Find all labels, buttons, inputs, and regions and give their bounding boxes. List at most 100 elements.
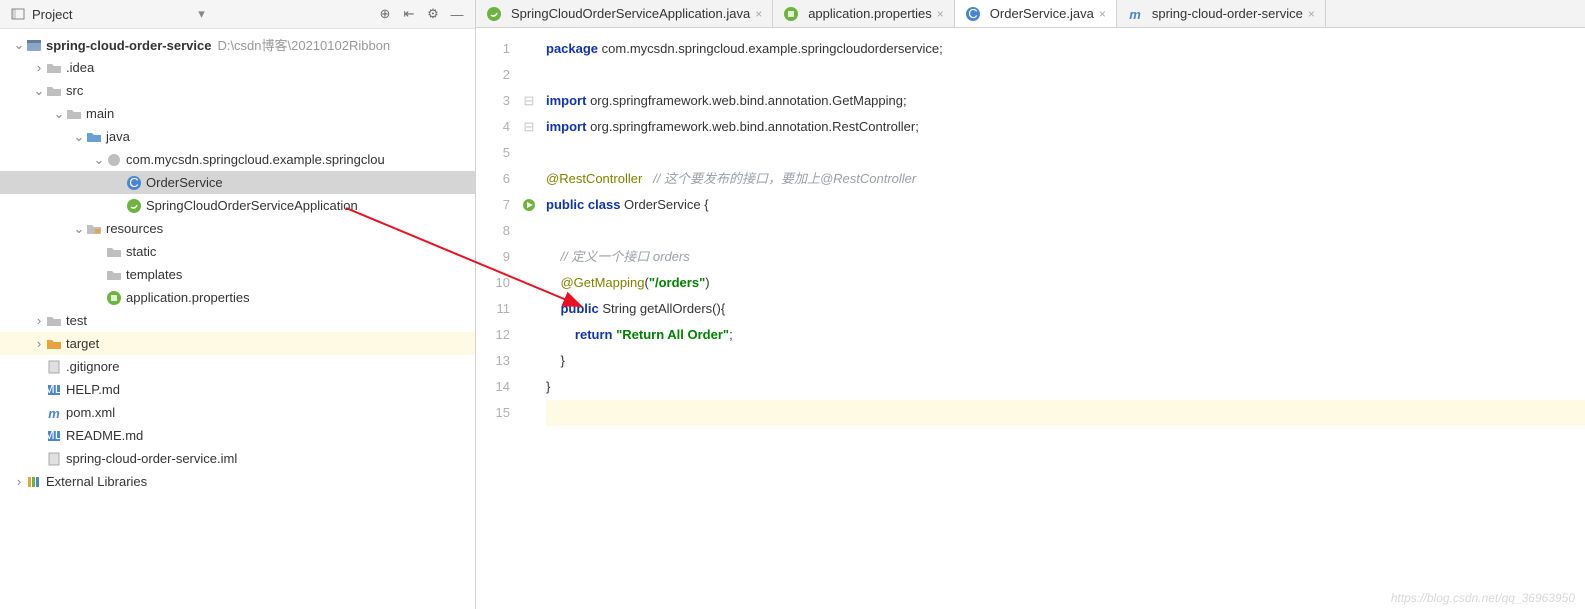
tree-twisty[interactable]: ⌄ <box>12 37 26 53</box>
tree-label: spring-cloud-order-service.iml <box>66 451 237 466</box>
tab-label: OrderService.java <box>990 6 1094 21</box>
svg-text:MD: MD <box>46 382 62 396</box>
code-line[interactable]: } <box>546 374 1585 400</box>
tree-item-readme-md[interactable]: ·MDREADME.md <box>0 424 475 447</box>
code-line[interactable]: import org.springframework.web.bind.anno… <box>546 88 1585 114</box>
tree-twisty[interactable]: ⌄ <box>52 106 66 122</box>
tree-item-pom-xml[interactable]: ·mpom.xml <box>0 401 475 424</box>
tree-item-external-libraries[interactable]: ›External Libraries <box>0 470 475 493</box>
settings-icon[interactable]: ⚙ <box>423 4 443 24</box>
svg-text:m: m <box>1129 7 1141 22</box>
tree-twisty[interactable]: ⌄ <box>72 221 86 237</box>
tree-twisty[interactable]: › <box>32 60 46 75</box>
md-icon: MD <box>46 382 62 398</box>
tab-spring-cloud-order-service[interactable]: m spring-cloud-order-service × <box>1117 0 1326 27</box>
gutter-mark <box>518 374 540 400</box>
code-lines[interactable]: package com.mycsdn.springcloud.example.s… <box>540 28 1585 609</box>
line-number: 12 <box>476 322 510 348</box>
line-number: 6 <box>476 166 510 192</box>
tree-item--gitignore[interactable]: ·.gitignore <box>0 355 475 378</box>
tree-item-spring-cloud-order-service[interactable]: ⌄spring-cloud-order-serviceD:\csdn博客\202… <box>0 33 475 56</box>
code-line[interactable]: import org.springframework.web.bind.anno… <box>546 114 1585 140</box>
tree-item-com-mycsdn-springcloud-example-springclou[interactable]: ⌄com.mycsdn.springcloud.example.springcl… <box>0 148 475 171</box>
locate-icon[interactable]: ⊕ <box>375 4 395 24</box>
tree-item-test[interactable]: ›test <box>0 309 475 332</box>
gutter-mark <box>518 166 540 192</box>
package-icon <box>106 152 122 168</box>
code-line[interactable] <box>546 140 1585 166</box>
line-number: 14 <box>476 374 510 400</box>
tree-item-static[interactable]: ·static <box>0 240 475 263</box>
folder-gray-icon <box>46 60 62 76</box>
tree-twisty[interactable]: › <box>32 313 46 328</box>
code-area[interactable]: 123456789101112131415 ⊟⊟ package com.myc… <box>476 28 1585 609</box>
tree-item-templates[interactable]: ·templates <box>0 263 475 286</box>
gutter-mark <box>518 322 540 348</box>
props-icon <box>106 290 122 306</box>
tree-item-help-md[interactable]: ·MDHELP.md <box>0 378 475 401</box>
tree-item--idea[interactable]: › .idea <box>0 56 475 79</box>
code-line[interactable]: } <box>546 348 1585 374</box>
code-line[interactable]: package com.mycsdn.springcloud.example.s… <box>546 36 1585 62</box>
code-line[interactable]: @RestController // 这个要发布的接口，要加上@RestCont… <box>546 166 1585 192</box>
tree-item-main[interactable]: ⌄main <box>0 102 475 125</box>
hide-icon[interactable]: — <box>447 4 467 24</box>
editor-tabs: SpringCloudOrderServiceApplication.java×… <box>476 0 1585 28</box>
code-line[interactable]: @GetMapping("/orders") <box>546 270 1585 296</box>
tab-application-properties[interactable]: application.properties × <box>773 0 955 27</box>
code-line[interactable] <box>546 62 1585 88</box>
line-number: 5 <box>476 140 510 166</box>
line-number: 10 <box>476 270 510 296</box>
close-icon[interactable]: × <box>1308 7 1315 21</box>
code-line[interactable]: public String getAllOrders(){ <box>546 296 1585 322</box>
gutter-mark: ⊟ <box>518 88 540 114</box>
tree-label: .idea <box>66 60 94 75</box>
tree-item-resources[interactable]: ⌄resources <box>0 217 475 240</box>
tree-label: README.md <box>66 428 143 443</box>
close-icon[interactable]: × <box>755 7 762 21</box>
maven-icon: m <box>1127 6 1143 22</box>
code-line[interactable]: return "Return All Order"; <box>546 322 1585 348</box>
tree-label: OrderService <box>146 175 223 190</box>
tree-twisty[interactable]: › <box>32 336 46 351</box>
view-dropdown[interactable]: ▾ <box>198 6 205 22</box>
tree-twisty: · <box>92 267 106 282</box>
line-number: 1 <box>476 36 510 62</box>
file-icon <box>46 451 62 467</box>
tab-label: spring-cloud-order-service <box>1152 6 1303 21</box>
tree-item-application-properties[interactable]: ·application.properties <box>0 286 475 309</box>
project-title: Project <box>32 7 194 22</box>
tree-twisty: · <box>32 382 46 397</box>
collapse-icon[interactable]: ⇤ <box>399 4 419 24</box>
close-icon[interactable]: × <box>1099 7 1106 21</box>
tree-twisty[interactable]: › <box>12 474 26 489</box>
tree-twisty[interactable]: ⌄ <box>72 129 86 145</box>
tree-item-src[interactable]: ⌄src <box>0 79 475 102</box>
watermark: https://blog.csdn.net/qq_36963950 <box>1391 591 1575 605</box>
close-icon[interactable]: × <box>937 7 944 21</box>
svg-text:C: C <box>129 175 138 190</box>
tree-twisty[interactable]: ⌄ <box>92 152 106 168</box>
tab-orderservice-java[interactable]: COrderService.java× <box>955 0 1117 27</box>
tree-item-orderservice[interactable]: ·COrderService <box>0 171 475 194</box>
tab-label: application.properties <box>808 6 932 21</box>
tree-twisty[interactable]: ⌄ <box>32 83 46 99</box>
gutter-mark <box>518 140 540 166</box>
code-line[interactable] <box>546 400 1585 426</box>
tree-item-java[interactable]: ⌄java <box>0 125 475 148</box>
tree-twisty: · <box>32 451 46 466</box>
spring-icon <box>126 198 142 214</box>
project-view-icon[interactable] <box>8 4 28 24</box>
tree-item-springcloudorderserviceapplication[interactable]: ·SpringCloudOrderServiceApplication <box>0 194 475 217</box>
resources-icon <box>86 221 102 237</box>
code-line[interactable]: // 定义一个接口 orders <box>546 244 1585 270</box>
folder-gray-icon <box>106 244 122 260</box>
project-tree[interactable]: ⌄spring-cloud-order-serviceD:\csdn博客\202… <box>0 29 475 609</box>
line-number: 4 <box>476 114 510 140</box>
line-gutter: 123456789101112131415 <box>476 28 518 609</box>
tab-springcloudorderserviceapplication-java[interactable]: SpringCloudOrderServiceApplication.java× <box>476 0 773 27</box>
tree-item-target[interactable]: ›target <box>0 332 475 355</box>
code-line[interactable]: public class OrderService { <box>546 192 1585 218</box>
code-line[interactable] <box>546 218 1585 244</box>
tree-item-spring-cloud-order-service-iml[interactable]: · spring-cloud-order-service.iml <box>0 447 475 470</box>
